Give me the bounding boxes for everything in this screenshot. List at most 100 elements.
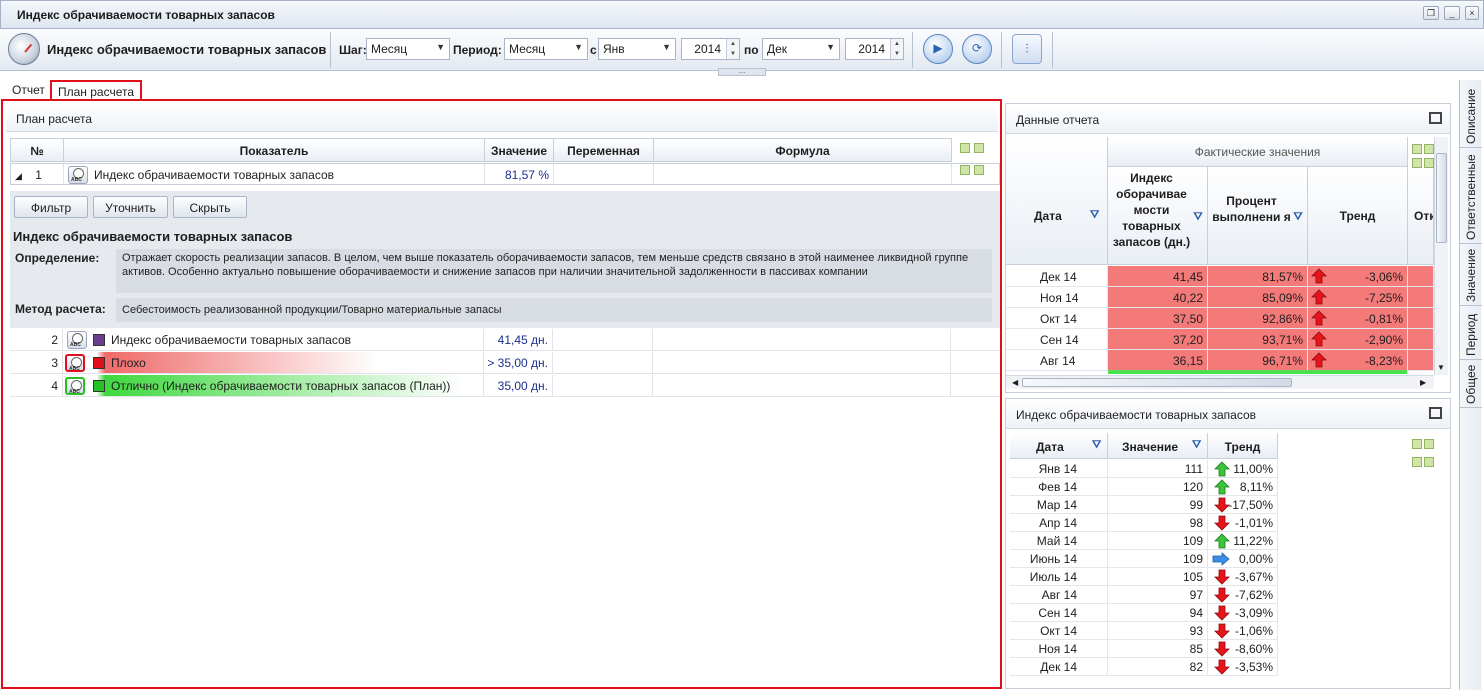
index-row[interactable]: Авг 14 97 -7,62% xyxy=(1006,586,1450,604)
from-month-combo[interactable]: Янв ▼ xyxy=(598,38,676,60)
detail-title: Индекс обрачиваемости товарных запасов xyxy=(13,229,293,244)
index-date: Фев 14 xyxy=(1010,478,1108,496)
filter-icon[interactable]: ⛛ xyxy=(1192,209,1204,223)
close-window-icon[interactable]: × xyxy=(1465,6,1479,20)
side-tab-label: Описание xyxy=(1464,88,1478,144)
report-trend: -2,90% xyxy=(1308,329,1408,350)
index-trend-value: 0,00% xyxy=(1238,552,1273,566)
filter-icon[interactable]: ⛛ xyxy=(1192,439,1204,451)
report-row[interactable]: Сен 14 37,20 93,71% -2,90% xyxy=(1006,329,1450,350)
spin-up-icon[interactable]: ▲ xyxy=(890,39,903,49)
col-indicator[interactable]: Показатель xyxy=(64,139,485,161)
report-panel-header: Данные отчета xyxy=(1006,104,1450,134)
tab-report[interactable]: Отчет xyxy=(6,80,51,100)
run-button[interactable]: ▶ xyxy=(923,34,953,64)
index-row[interactable]: Мар 14 99 -17,50% xyxy=(1006,496,1450,514)
filter-button[interactable]: Фильтр xyxy=(14,196,88,218)
col-date[interactable]: Дата ⛛ xyxy=(1006,137,1108,265)
index-row[interactable]: Май 14 109 11,22% xyxy=(1006,532,1450,550)
index-row[interactable]: Окт 14 93 -1,06% xyxy=(1006,622,1450,640)
filter-icon[interactable]: ⛛ xyxy=(1090,209,1102,221)
index-row[interactable]: Июнь 14 109 0,00% xyxy=(1006,550,1450,568)
report-percent: 96,71% xyxy=(1208,350,1308,371)
expand-triangle-icon[interactable]: ◢ xyxy=(15,171,22,181)
report-extra xyxy=(1408,308,1434,329)
index-panel-title: Индекс обрачиваемости товарных запасов xyxy=(1016,408,1257,422)
report-row[interactable]: Дек 14 41,45 81,57% -3,06% xyxy=(1006,266,1450,287)
report-vertical-scrollbar[interactable]: ▼ xyxy=(1434,137,1448,375)
restore-panel-icon[interactable] xyxy=(1429,407,1442,419)
from-year-spinner[interactable]: 2014 ▲ ▼ xyxy=(681,38,740,60)
from-year-value: 2014 xyxy=(694,42,721,56)
report-horizontal-scrollbar[interactable]: ◀ ▶ xyxy=(1006,375,1434,389)
index-row[interactable]: Апр 14 98 -1,01% xyxy=(1006,514,1450,532)
scroll-thumb[interactable] xyxy=(1022,378,1292,387)
plan-row-2[interactable]: 2 ABC Индекс обрачиваемости товарных зап… xyxy=(10,329,1000,351)
to-month-combo[interactable]: Дек ▼ xyxy=(762,38,840,60)
definition-text: Отражает скорость реализации запасов. В … xyxy=(116,249,992,293)
index-row[interactable]: Янв 14 111 11,00% xyxy=(1006,460,1450,478)
col-date-label: Дата xyxy=(1036,440,1064,454)
side-tab-period[interactable]: Период xyxy=(1460,306,1482,360)
col-extra[interactable]: Отк xyxy=(1408,167,1434,265)
plan-row-1[interactable]: ◢ 1 ABC Индекс обрачиваемости товарных з… xyxy=(10,163,1000,185)
spin-up-icon[interactable]: ▲ xyxy=(726,39,739,49)
col-variable[interactable]: Переменная xyxy=(554,139,654,161)
settings-button[interactable]: ⫶ xyxy=(1012,34,1042,64)
refine-button[interactable]: Уточнить xyxy=(93,196,168,218)
plan-row-3[interactable]: 3 ABC Плохо > 35,00 дн. xyxy=(10,352,1000,374)
col-num[interactable]: № xyxy=(11,139,64,161)
scroll-right-icon[interactable]: ▶ xyxy=(1420,378,1426,387)
index-date: Сен 14 xyxy=(1010,604,1108,622)
col-trend[interactable]: Тренд xyxy=(1308,167,1408,265)
side-tab-value[interactable]: Значение xyxy=(1460,244,1482,306)
col-formula[interactable]: Формула xyxy=(654,139,952,161)
minimize-window-icon[interactable]: _ xyxy=(1444,6,1460,20)
index-trend: -3,67% xyxy=(1208,568,1278,586)
scroll-thumb[interactable] xyxy=(1436,153,1447,243)
to-year-spinner[interactable]: 2014 ▲ ▼ xyxy=(845,38,904,60)
col-trend[interactable]: Тренд xyxy=(1208,433,1278,459)
report-trend: -0,81% xyxy=(1308,308,1408,329)
index-row[interactable]: Сен 14 94 -3,09% xyxy=(1006,604,1450,622)
refresh-button[interactable]: ⟳ xyxy=(962,34,992,64)
index-row[interactable]: Фев 14 120 8,11% xyxy=(1006,478,1450,496)
side-tab-description[interactable]: Описание xyxy=(1460,80,1482,148)
side-tab-general[interactable]: Общее xyxy=(1460,360,1482,408)
toolbar-collapse-grip[interactable]: ... xyxy=(718,67,766,76)
spin-down-icon[interactable]: ▼ xyxy=(890,49,903,59)
row-num: 4 xyxy=(10,375,63,396)
period-combo[interactable]: Месяц ▼ xyxy=(504,38,588,60)
index-row[interactable]: Июль 14 105 -3,67% xyxy=(1006,568,1450,586)
hide-button[interactable]: Скрыть xyxy=(173,196,247,218)
report-row[interactable]: Окт 14 37,50 92,86% -0,81% xyxy=(1006,308,1450,329)
restore-window-icon[interactable]: ❐ xyxy=(1423,6,1439,20)
index-row[interactable]: Дек 14 82 -3,53% xyxy=(1006,658,1450,676)
report-percent: 92,86% xyxy=(1208,308,1308,329)
col-date[interactable]: Дата ⛛ xyxy=(1010,433,1108,459)
restore-panel-icon[interactable] xyxy=(1429,112,1442,124)
index-trend: -7,62% xyxy=(1208,586,1278,604)
side-tab-responsible[interactable]: Ответственные xyxy=(1460,148,1482,244)
step-combo[interactable]: Месяц ▼ xyxy=(366,38,450,60)
report-row[interactable]: Авг 14 36,15 96,71% -8,23% xyxy=(1006,350,1450,371)
report-row[interactable]: Ноя 14 40,22 85,09% -7,25% xyxy=(1006,287,1450,308)
scroll-left-icon[interactable]: ◀ xyxy=(1012,378,1018,387)
tab-plan[interactable]: План расчета xyxy=(50,80,143,100)
index-date: Янв 14 xyxy=(1010,460,1108,478)
col-percent[interactable]: Процент выполнени я ⛛ xyxy=(1208,167,1308,265)
filter-icon[interactable]: ⛛ xyxy=(1292,209,1304,223)
index-row[interactable]: Ноя 14 85 -8,60% xyxy=(1006,640,1450,658)
col-index[interactable]: Индекс оборачивае мости товарных запасов… xyxy=(1108,167,1208,265)
index-trend: -17,50% xyxy=(1208,496,1278,514)
spin-down-icon[interactable]: ▼ xyxy=(726,49,739,59)
grid-options-icon[interactable] xyxy=(1410,142,1436,172)
trend-down-red-icon xyxy=(1214,605,1230,621)
index-trend-value: -3,53% xyxy=(1234,660,1273,674)
plan-row-4[interactable]: 4 ABC Отлично (Индекс обрачиваемости тов… xyxy=(10,375,1000,397)
play-icon: ▶ xyxy=(933,41,943,55)
scroll-down-icon[interactable]: ▼ xyxy=(1437,363,1445,372)
col-value[interactable]: Значение xyxy=(485,139,554,161)
filter-icon[interactable]: ⛛ xyxy=(1092,439,1104,451)
col-value[interactable]: Значение ⛛ xyxy=(1108,433,1208,459)
